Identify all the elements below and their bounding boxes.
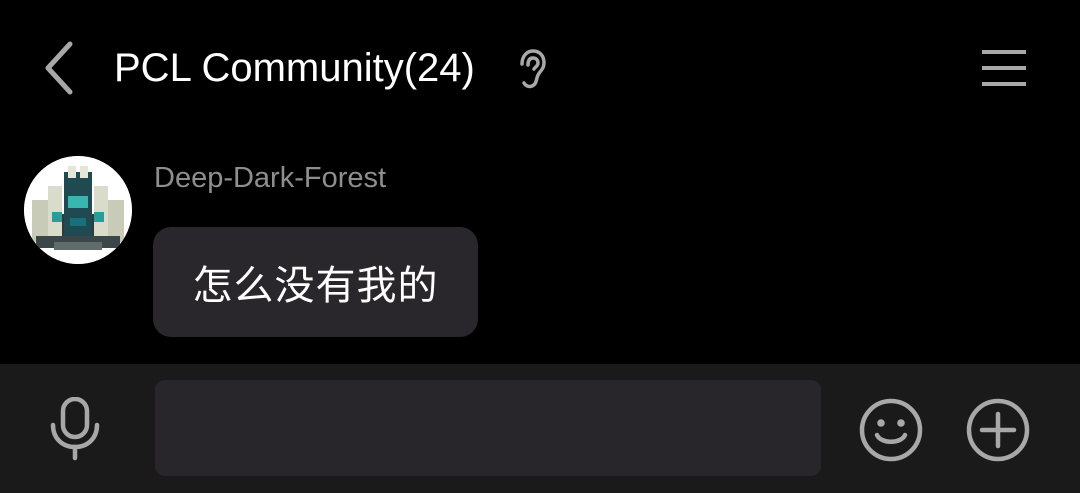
smiley-icon[interactable] xyxy=(857,396,925,464)
chat-title: PCL Community(24) xyxy=(114,46,475,90)
menu-icon xyxy=(982,50,1026,86)
chevron-left-icon xyxy=(45,41,73,95)
ear-icon xyxy=(520,49,546,89)
avatar[interactable] xyxy=(24,156,132,264)
message-item: Deep-Dark-Forest 怎么没有我的 xyxy=(0,140,1080,362)
sender-name: Deep-Dark-Forest xyxy=(154,162,387,194)
message-text: 怎么没有我的 xyxy=(192,263,439,309)
warden-avatar xyxy=(24,156,132,264)
menu-button[interactable] xyxy=(972,40,1036,96)
back-button[interactable] xyxy=(30,38,86,98)
plus-circle-icon[interactable] xyxy=(964,396,1032,464)
message-bubble[interactable]: 怎么没有我的 xyxy=(153,227,478,337)
message-input[interactable] xyxy=(155,380,821,476)
chat-screen: PCL Community(24) Deep-Dark-Forest 怎么没有我… xyxy=(0,0,1080,493)
microphone-icon xyxy=(50,397,100,461)
input-bar xyxy=(0,364,1080,493)
chat-header: PCL Community(24) xyxy=(0,0,1080,138)
voice-button[interactable] xyxy=(40,394,110,464)
